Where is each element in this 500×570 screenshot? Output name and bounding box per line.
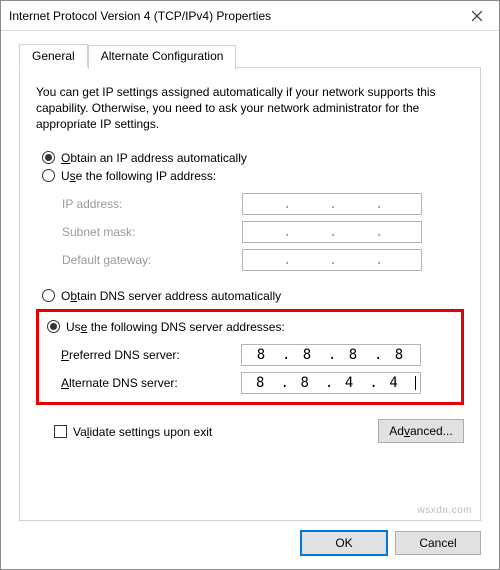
advanced-button[interactable]: Advanced... [378,419,464,443]
tab-general[interactable]: General [19,44,88,68]
preferred-dns-input[interactable]: 8. 8. 8. 8 [241,344,421,366]
subnet-mask-input: . . . [242,221,422,243]
preferred-dns-label: Preferred DNS server: [61,348,231,362]
cancel-button[interactable]: Cancel [395,531,481,555]
description-text: You can get IP settings assigned automat… [36,84,464,133]
radio-icon [42,151,55,164]
radio-use-following-ip[interactable]: Use the following IP address: [42,169,464,183]
ip-address-input: . . . [242,193,422,215]
radio-label: Use the following DNS server addresses: [66,320,285,334]
window-title: Internet Protocol Version 4 (TCP/IPv4) P… [9,9,271,23]
ok-button[interactable]: OK [301,531,387,555]
content-area: General Alternate Configuration You can … [1,31,499,521]
text-caret [415,376,416,390]
tab-panel-general: You can get IP settings assigned automat… [19,67,481,521]
dns-highlight-box: Use the following DNS server addresses: … [36,309,464,405]
close-icon [472,11,482,21]
alternate-dns-input[interactable]: 8. 8. 4. 4 [241,372,421,394]
radio-label: Obtain DNS server address automatically [61,289,281,303]
radio-label: Obtain an IP address automatically [61,151,247,165]
tab-alternate-configuration[interactable]: Alternate Configuration [88,45,237,69]
titlebar: Internet Protocol Version 4 (TCP/IPv4) P… [1,1,499,31]
dialog-footer: OK Cancel [1,521,499,569]
checkbox-icon [54,425,67,438]
radio-use-following-dns[interactable]: Use the following DNS server addresses: [47,320,455,334]
validate-label: Validate settings upon exit [73,425,212,439]
close-button[interactable] [454,1,499,30]
default-gateway-input: . . . [242,249,422,271]
radio-obtain-ip-auto[interactable]: Obtain an IP address automatically [42,151,464,165]
watermark-text: wsxdn.com [417,505,472,516]
validate-checkbox-row[interactable]: Validate settings upon exit [54,425,212,439]
ip-fields-block: IP address: . . . Subnet mask: . . . [42,193,464,271]
radio-obtain-dns-auto[interactable]: Obtain DNS server address automatically [42,289,464,303]
default-gateway-label: Default gateway: [62,253,232,267]
alternate-dns-label: Alternate DNS server: [61,376,231,390]
radio-label: Use the following IP address: [61,169,216,183]
radio-icon [42,169,55,182]
dialog-window: Internet Protocol Version 4 (TCP/IPv4) P… [0,0,500,570]
subnet-mask-label: Subnet mask: [62,225,232,239]
ip-address-label: IP address: [62,197,232,211]
radio-icon [42,289,55,302]
radio-icon [47,320,60,333]
tab-strip: General Alternate Configuration [19,43,481,67]
